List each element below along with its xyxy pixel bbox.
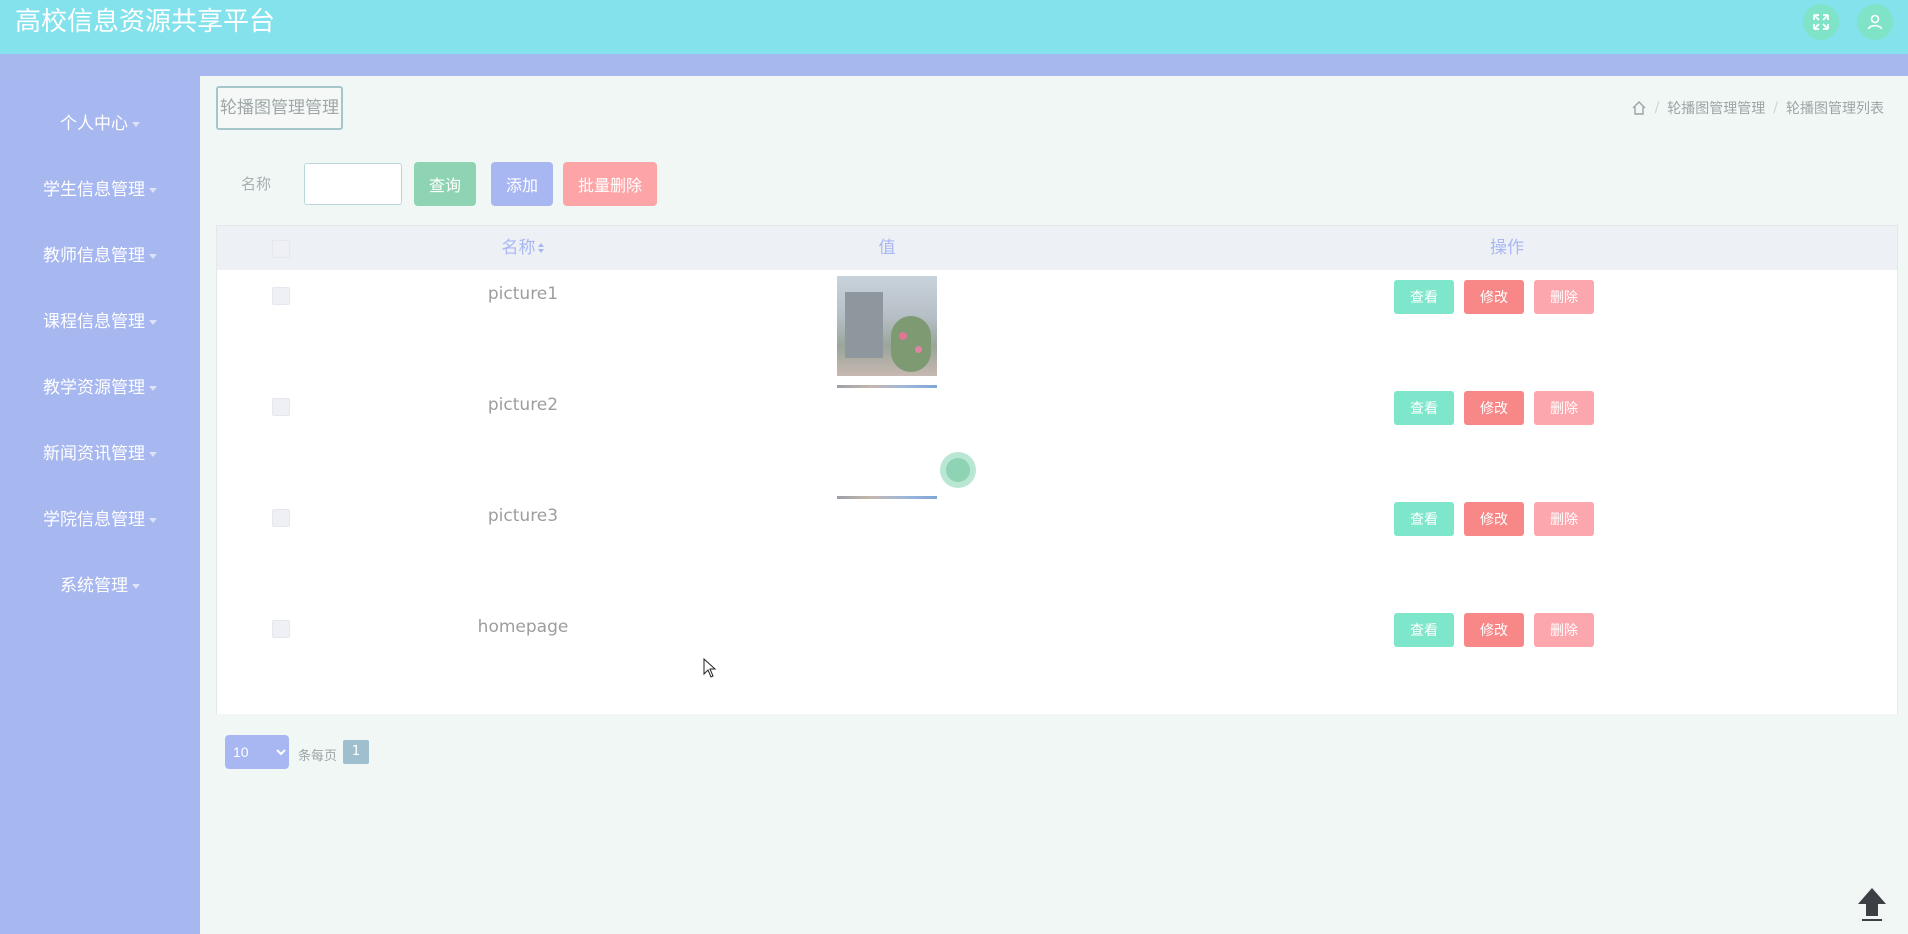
breadcrumb-item[interactable]: 轮播图管理管理 <box>1667 98 1765 118</box>
row-checkbox[interactable] <box>272 287 290 305</box>
query-button[interactable]: 查询 <box>414 162 476 206</box>
mouse-cursor-icon <box>703 658 717 678</box>
view-button[interactable]: 查看 <box>1394 613 1454 647</box>
edit-button[interactable]: 修改 <box>1464 613 1524 647</box>
page-size-label: 条每页 <box>298 749 338 764</box>
caret-down-icon <box>132 121 140 127</box>
sidebar-item-course-info[interactable]: 课程信息管理 <box>0 302 200 342</box>
name-search-input[interactable] <box>304 163 402 205</box>
spinner-dot <box>946 458 970 482</box>
sidebar-item-label: 新闻资讯管理 <box>43 444 145 464</box>
building-shape <box>845 292 883 358</box>
delete-button[interactable]: 删除 <box>1534 613 1594 647</box>
edit-button[interactable]: 修改 <box>1464 280 1524 314</box>
column-header-value: 值 <box>878 238 896 258</box>
table-row: picture2 查看 修改 删除 <box>217 381 1897 493</box>
delete-button[interactable]: 删除 <box>1534 280 1594 314</box>
sidebar-item-college-info[interactable]: 学院信息管理 <box>0 500 200 540</box>
row-checkbox[interactable] <box>272 620 290 638</box>
column-header-name[interactable]: 名称 <box>493 226 553 270</box>
name-filter-label: 名称 <box>241 175 272 193</box>
view-button[interactable]: 查看 <box>1394 502 1454 536</box>
batch-delete-button[interactable]: 批量删除 <box>563 162 657 206</box>
loading-spinner <box>940 452 976 488</box>
breadcrumb-separator: / <box>1654 100 1660 116</box>
sidebar-item-label: 学院信息管理 <box>43 510 145 530</box>
row-checkbox[interactable] <box>272 398 290 416</box>
sidebar-item-news[interactable]: 新闻资讯管理 <box>0 434 200 474</box>
sidebar-item-label: 教学资源管理 <box>43 378 145 398</box>
header-strip <box>0 54 1908 76</box>
sidebar-item-student-info[interactable]: 学生信息管理 <box>0 170 200 210</box>
row-name: picture2 <box>487 395 559 415</box>
caret-down-icon <box>149 187 157 193</box>
add-button[interactable]: 添加 <box>491 162 553 206</box>
sidebar: 个人中心 学生信息管理 教师信息管理 课程信息管理 教学资源管理 新闻资讯管理 … <box>0 76 200 934</box>
sort-icon[interactable] <box>537 242 545 254</box>
fullscreen-icon <box>1813 14 1829 30</box>
column-header-actions: 操作 <box>1490 238 1524 258</box>
table-header: 名称 值 操作 <box>217 226 1897 271</box>
user-icon <box>1867 14 1883 30</box>
page-number[interactable]: 1 <box>343 740 369 764</box>
top-bar: 高校信息资源共享平台 <box>0 0 1908 54</box>
table-row: homepage 查看 修改 删除 <box>217 603 1897 714</box>
flower-shape <box>899 332 907 340</box>
sidebar-item-personal-center[interactable]: 个人中心 <box>0 104 200 144</box>
table-row: picture3 查看 修改 删除 <box>217 492 1897 604</box>
delete-button[interactable]: 删除 <box>1534 502 1594 536</box>
data-table: 名称 值 操作 picture1 查看 修改 删除 picture2 查看 修改… <box>216 225 1898 714</box>
row-name: homepage <box>477 617 569 637</box>
delete-button[interactable]: 删除 <box>1534 391 1594 425</box>
sidebar-item-label: 教师信息管理 <box>43 246 145 266</box>
sidebar-item-teaching-resources[interactable]: 教学资源管理 <box>0 368 200 408</box>
sidebar-item-label: 个人中心 <box>60 114 128 134</box>
row-name: picture1 <box>487 284 559 304</box>
table-row: picture1 查看 修改 删除 <box>217 270 1897 382</box>
caret-down-icon <box>149 319 157 325</box>
app-title: 高校信息资源共享平台 <box>15 7 276 37</box>
row-thumbnail-image[interactable] <box>837 276 937 376</box>
edit-button[interactable]: 修改 <box>1464 502 1524 536</box>
caret-down-icon <box>149 517 157 523</box>
row-thumbnail-broken[interactable] <box>837 496 937 499</box>
caret-down-icon <box>149 253 157 259</box>
caret-down-icon <box>149 451 157 457</box>
back-to-top-icon[interactable] <box>1854 884 1890 924</box>
edit-button[interactable]: 修改 <box>1464 391 1524 425</box>
page-title: 轮播图管理管理 <box>216 86 343 130</box>
fullscreen-button[interactable] <box>1803 4 1839 40</box>
flower-shape <box>915 346 922 353</box>
view-button[interactable]: 查看 <box>1394 391 1454 425</box>
caret-down-icon <box>132 583 140 589</box>
breadcrumb: / 轮播图管理管理 / 轮播图管理列表 <box>1631 98 1884 118</box>
row-checkbox[interactable] <box>272 509 290 527</box>
select-all-checkbox[interactable] <box>272 240 290 258</box>
tree-shape <box>891 316 931 372</box>
sidebar-item-teacher-info[interactable]: 教师信息管理 <box>0 236 200 276</box>
caret-down-icon <box>149 385 157 391</box>
row-thumbnail-broken[interactable] <box>837 385 937 388</box>
user-button[interactable] <box>1857 4 1893 40</box>
sidebar-item-label: 系统管理 <box>60 576 128 596</box>
sidebar-item-system[interactable]: 系统管理 <box>0 566 200 606</box>
home-icon[interactable] <box>1631 100 1647 116</box>
breadcrumb-item: 轮播图管理列表 <box>1786 101 1884 117</box>
view-button[interactable]: 查看 <box>1394 280 1454 314</box>
breadcrumb-separator: / <box>1773 100 1778 116</box>
sidebar-item-label: 学生信息管理 <box>43 180 145 200</box>
row-name: picture3 <box>487 506 559 526</box>
page-size-select[interactable]: 10 <box>225 735 289 769</box>
sidebar-item-label: 课程信息管理 <box>43 312 145 332</box>
